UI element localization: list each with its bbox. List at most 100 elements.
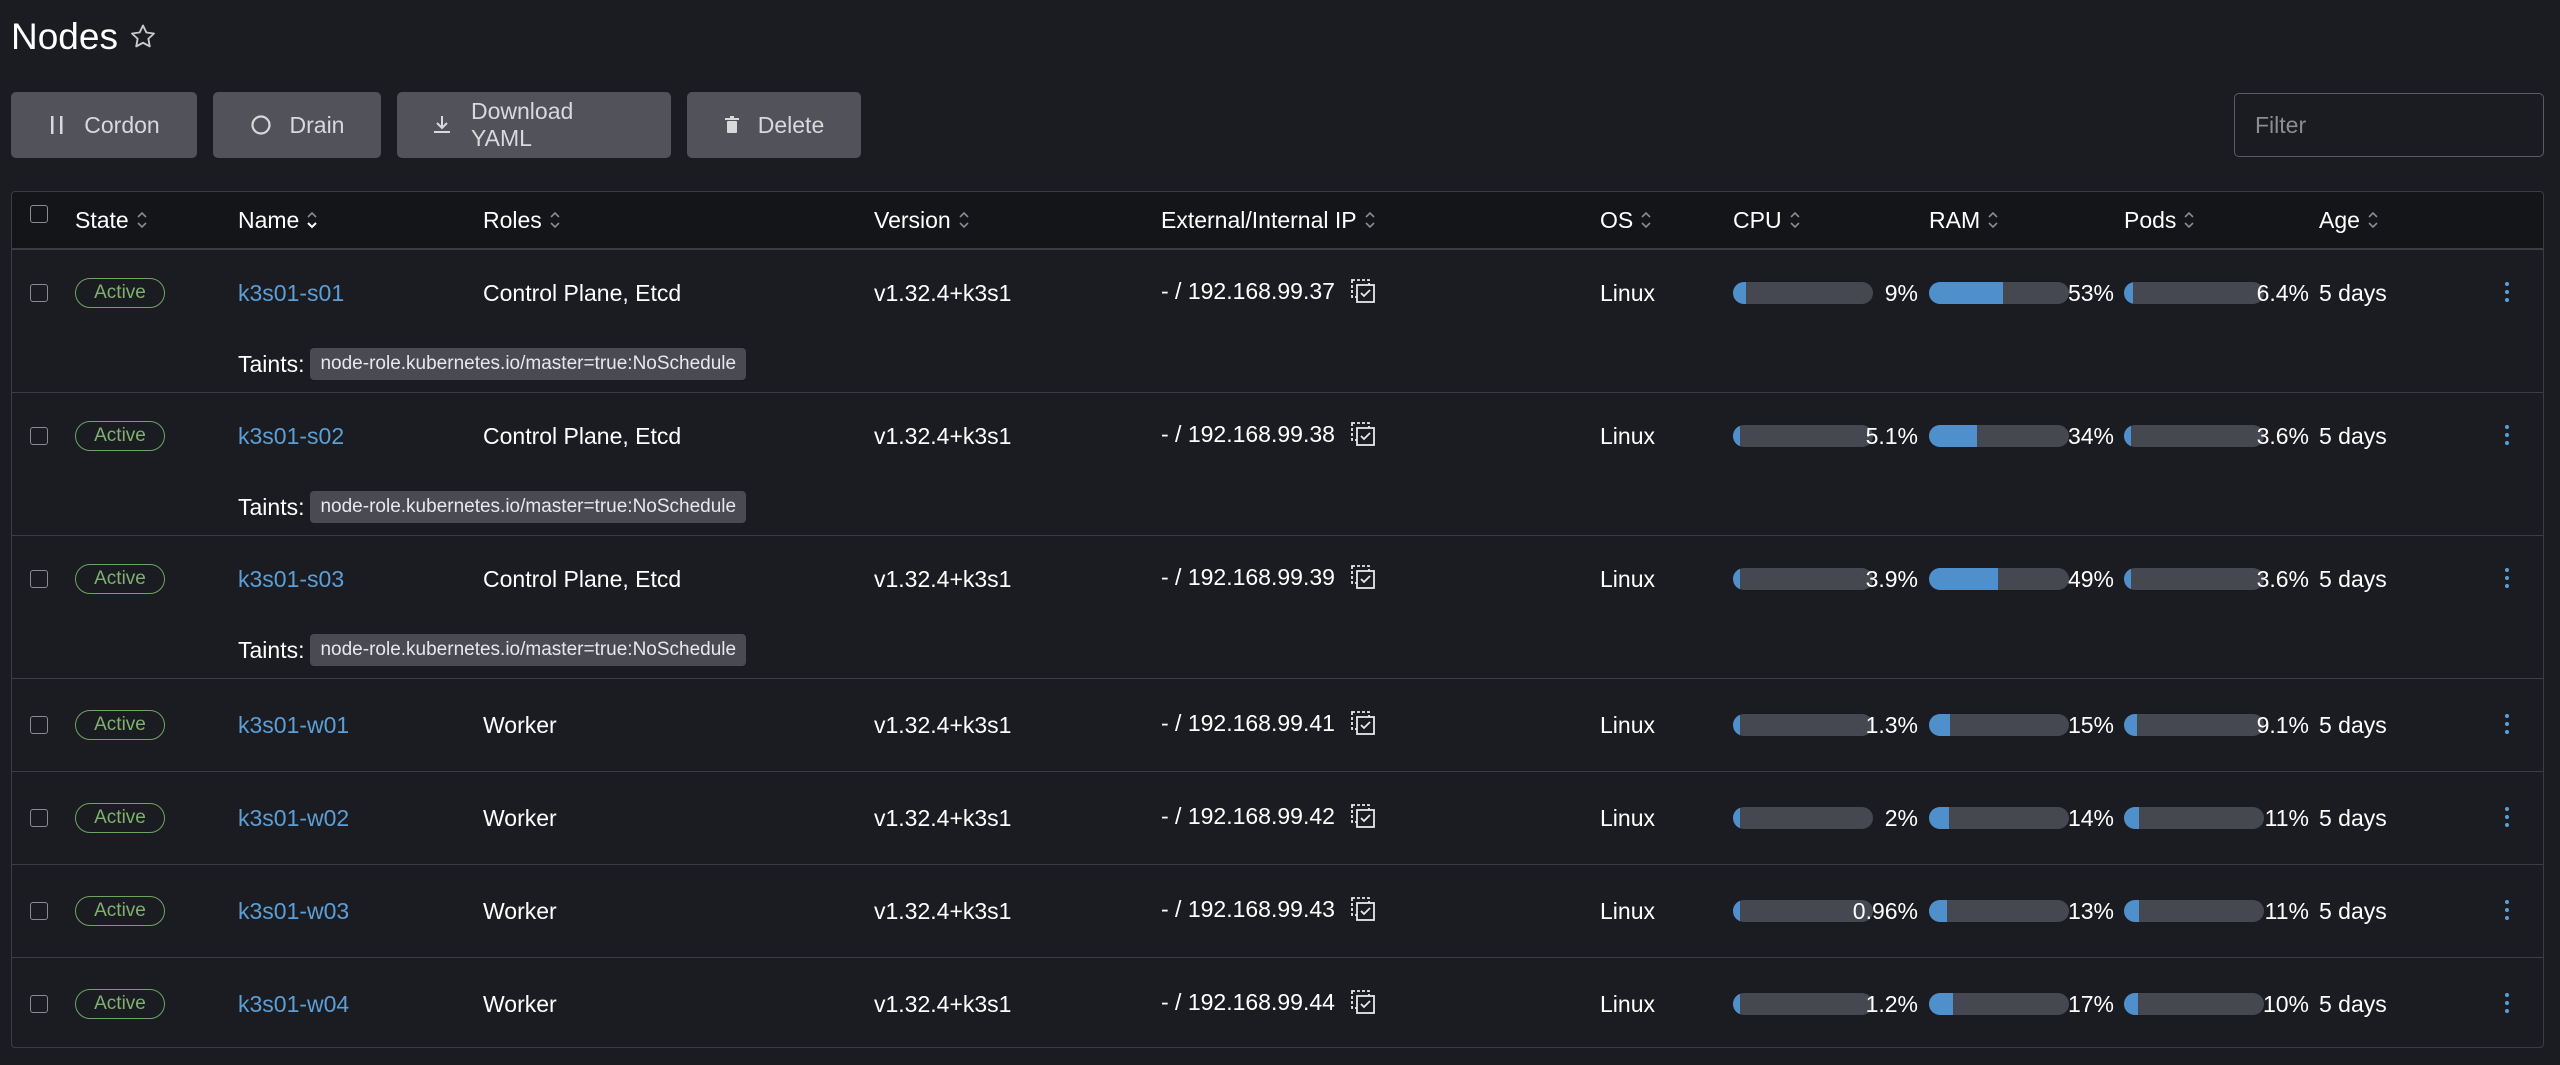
column-os[interactable]: OS (1600, 192, 1653, 248)
row-actions-icon[interactable] (2502, 425, 2512, 445)
pods-bar-fill (2124, 993, 2138, 1015)
table-row[interactable]: Active k3s01-w02 Worker v1.32.4+k3s1 - / 192… (12, 772, 2543, 865)
page-title: Nodes (11, 16, 118, 57)
cordon-button[interactable]: Cordon (11, 92, 197, 158)
node-name-link[interactable]: k3s01-w04 (238, 989, 349, 1019)
star-icon[interactable] (128, 22, 158, 52)
column-pods-label: Pods (2124, 206, 2177, 233)
column-ram[interactable]: RAM (1929, 192, 2000, 248)
status-badge: Active (75, 803, 165, 833)
row-actions-icon[interactable] (2502, 568, 2512, 588)
column-pods[interactable]: Pods (2124, 192, 2196, 248)
pause-icon (48, 115, 66, 135)
cpu-percent: 3.9% (1865, 565, 1918, 592)
row-checkbox[interactable] (30, 570, 48, 588)
ram-percent: 53% (2067, 279, 2114, 306)
node-os: Linux (1600, 279, 1655, 306)
row-checkbox[interactable] (30, 427, 48, 445)
taint-chip: node-role.kubernetes.io/master=true:NoSc… (310, 634, 747, 666)
pods-bar-fill (2124, 568, 2131, 590)
node-age: 5 days (2319, 990, 2387, 1017)
pods-percent: 11% (2264, 897, 2309, 924)
column-state[interactable]: State (75, 192, 149, 248)
node-name-link[interactable]: k3s01-w02 (238, 803, 349, 833)
column-version[interactable]: Version (874, 192, 971, 248)
copy-icon[interactable] (1349, 988, 1377, 1016)
status-badge: Active (75, 421, 165, 451)
toolbar: Cordon Drain Download YAML Delete (11, 92, 861, 158)
column-state-label: State (75, 206, 129, 233)
node-age: 5 days (2319, 897, 2387, 924)
row-actions-icon[interactable] (2502, 900, 2512, 920)
table-row[interactable]: Active k3s01-w03 Worker v1.32.4+k3s1 - / 192… (12, 865, 2543, 958)
node-ip: - / 192.168.99.42 (1161, 801, 1377, 831)
drain-button[interactable]: Drain (213, 92, 381, 158)
node-ip: - / 192.168.99.41 (1161, 708, 1377, 738)
download-yaml-button[interactable]: Download YAML (397, 92, 671, 158)
node-name-link[interactable]: k3s01-s02 (238, 421, 344, 451)
node-name-link[interactable]: k3s01-s01 (238, 278, 344, 308)
column-os-label: OS (1600, 206, 1634, 233)
table-row[interactable]: Active k3s01-s02 Control Plane, Etcd v1.32.… (12, 393, 2543, 536)
node-name-link[interactable]: k3s01-w01 (238, 710, 349, 740)
page-header: Nodes (11, 12, 158, 62)
ram-percent: 13% (2067, 897, 2114, 924)
row-actions-icon[interactable] (2502, 714, 2512, 734)
taints-label: Taints: (238, 636, 305, 663)
column-age[interactable]: Age (2319, 192, 2380, 248)
copy-icon[interactable] (1349, 802, 1377, 830)
pods-bar-fill (2124, 714, 2137, 736)
column-age-label: Age (2319, 206, 2360, 233)
node-ip-text: - / 192.168.99.37 (1161, 277, 1335, 304)
copy-icon[interactable] (1349, 277, 1377, 305)
copy-icon[interactable] (1349, 563, 1377, 591)
row-actions-icon[interactable] (2502, 993, 2512, 1013)
table-row[interactable]: Active k3s01-s03 Control Plane, Etcd v1.32.… (12, 536, 2543, 679)
table-row[interactable]: Active k3s01-w04 Worker v1.32.4+k3s1 - / 192… (12, 958, 2543, 1047)
column-roles[interactable]: Roles (483, 192, 562, 248)
node-version: v1.32.4+k3s1 (874, 711, 1012, 738)
column-ip[interactable]: External/Internal IP (1161, 192, 1377, 248)
sort-icon (135, 209, 149, 231)
node-ip-text: - / 192.168.99.44 (1161, 988, 1335, 1015)
node-age: 5 days (2319, 422, 2387, 449)
node-name-link[interactable]: k3s01-w03 (238, 896, 349, 926)
node-ip: - / 192.168.99.38 (1161, 419, 1377, 449)
column-cpu[interactable]: CPU (1733, 192, 1802, 248)
pods-bar-fill (2124, 425, 2131, 447)
row-checkbox[interactable] (30, 995, 48, 1013)
row-actions-icon[interactable] (2502, 807, 2512, 827)
trash-icon (724, 116, 740, 134)
copy-icon[interactable] (1349, 420, 1377, 448)
pods-bar-fill (2124, 807, 2140, 829)
cpu-percent: 9% (1884, 279, 1918, 306)
sort-icon (548, 209, 562, 231)
status-badge: Active (75, 278, 165, 308)
node-ip: - / 192.168.99.39 (1161, 562, 1377, 592)
sort-icon (1639, 209, 1653, 231)
node-version: v1.32.4+k3s1 (874, 990, 1012, 1017)
row-checkbox[interactable] (30, 902, 48, 920)
select-all-checkbox[interactable] (30, 205, 48, 223)
table-row[interactable]: Active k3s01-s01 Control Plane, Etcd v1.32.… (12, 250, 2543, 393)
delete-button[interactable]: Delete (687, 92, 861, 158)
row-checkbox[interactable] (30, 809, 48, 827)
cpu-bar-fill (1733, 425, 1741, 447)
table-row[interactable]: Active k3s01-w01 Worker v1.32.4+k3s1 - / 192… (12, 679, 2543, 772)
node-ip-text: - / 192.168.99.39 (1161, 563, 1335, 590)
taints-label: Taints: (238, 493, 305, 520)
node-name-link[interactable]: k3s01-s03 (238, 564, 344, 594)
copy-icon[interactable] (1349, 709, 1377, 737)
node-age: 5 days (2319, 711, 2387, 738)
row-actions-icon[interactable] (2502, 282, 2512, 302)
node-roles: Control Plane, Etcd (483, 279, 682, 306)
copy-icon[interactable] (1349, 895, 1377, 923)
pods-bar-fill (2124, 282, 2133, 304)
node-roles: Control Plane, Etcd (483, 422, 682, 449)
row-checkbox[interactable] (30, 716, 48, 734)
column-ram-label: RAM (1929, 206, 1981, 233)
node-ip-text: - / 192.168.99.38 (1161, 420, 1335, 447)
row-checkbox[interactable] (30, 284, 48, 302)
column-name[interactable]: Name (238, 192, 319, 248)
filter-input[interactable] (2234, 93, 2544, 157)
